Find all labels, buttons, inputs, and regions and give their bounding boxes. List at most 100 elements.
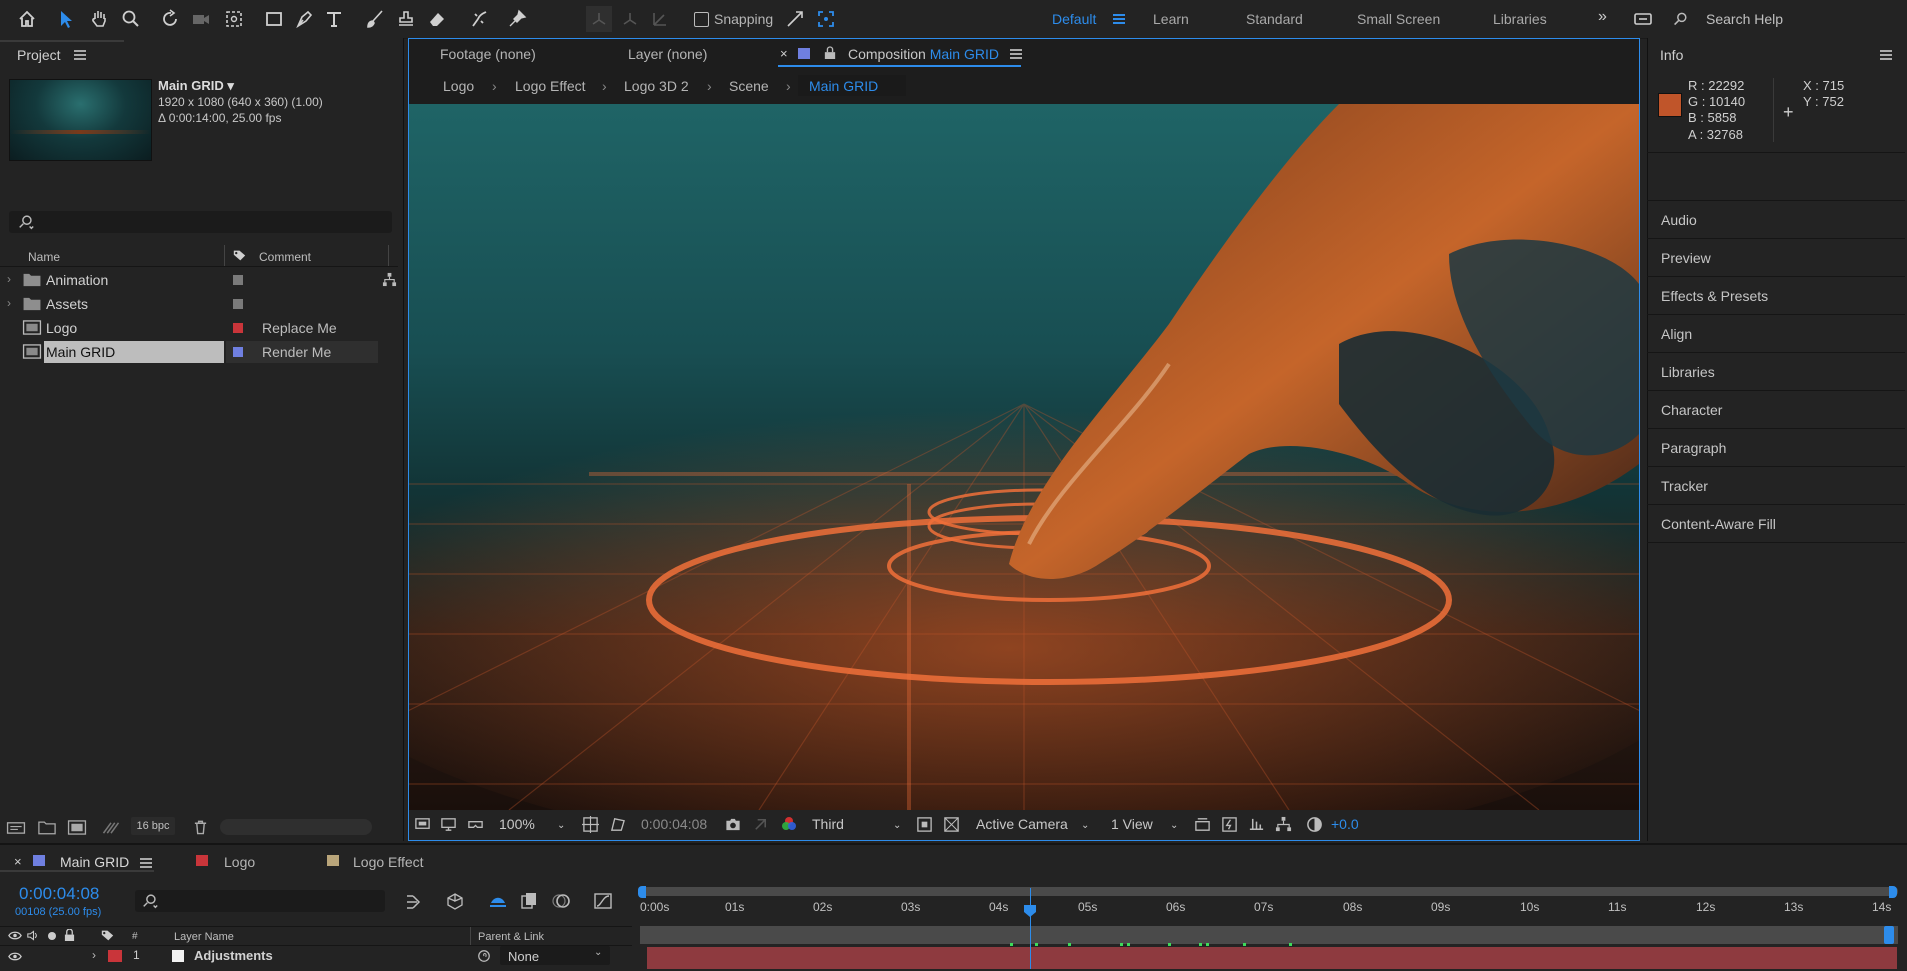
layer-name[interactable]: Adjustments	[194, 948, 273, 963]
transparency-grid-icon[interactable]	[943, 816, 960, 833]
camera-dropdown-arrow[interactable]: ⌄	[1081, 820, 1089, 831]
project-panel-title[interactable]: Project	[17, 47, 61, 63]
snapshot-camera-icon[interactable]	[724, 816, 742, 833]
pickwhip-icon[interactable]	[477, 949, 491, 963]
panel-audio[interactable]: Audio	[1661, 212, 1697, 228]
tab-footage[interactable]: Footage (none)	[440, 46, 536, 62]
clone-stamp-tool-icon[interactable]	[393, 6, 419, 32]
project-item-animation[interactable]: › Animation	[0, 269, 378, 291]
workspace-menu-icon[interactable]	[1113, 14, 1125, 24]
composition-mini-flowchart-icon[interactable]	[405, 893, 425, 911]
timeline-tab-main-grid[interactable]: Main GRID	[60, 854, 129, 870]
close-tab-icon[interactable]: ×	[780, 46, 788, 61]
axis-mode-world-icon[interactable]	[617, 6, 643, 32]
search-icon[interactable]	[1673, 11, 1693, 29]
project-item-logo[interactable]: Logo Replace Me	[0, 317, 378, 339]
layer-row-adjustments[interactable]: › 1 Adjustments None ⌄	[0, 946, 632, 966]
panel-align[interactable]: Align	[1661, 326, 1692, 342]
workspace-standard[interactable]: Standard	[1246, 11, 1303, 27]
comment-column-header[interactable]: Comment	[259, 250, 311, 264]
layer-name-column-header[interactable]: Layer Name	[174, 931, 234, 943]
fast-previews-icon[interactable]	[1221, 816, 1238, 833]
playhead-handle[interactable]	[1023, 904, 1037, 918]
panel-paragraph[interactable]: Paragraph	[1661, 440, 1726, 456]
comp-end-marker[interactable]	[1884, 926, 1894, 944]
workspace-learn[interactable]: Learn	[1153, 11, 1189, 27]
comp-flowchart-icon[interactable]	[1275, 816, 1292, 833]
panel-libraries[interactable]: Libraries	[1661, 364, 1715, 380]
vr-goggles-icon[interactable]	[466, 816, 485, 833]
type-tool-icon[interactable]	[321, 6, 347, 32]
selection-tool-icon[interactable]	[53, 6, 79, 32]
zoom-tool-icon[interactable]	[118, 6, 144, 32]
roto-brush-tool-icon[interactable]	[466, 6, 492, 32]
panel-effects-presets[interactable]: Effects & Presets	[1661, 288, 1768, 304]
timeline-menu-icon[interactable]	[140, 858, 152, 868]
composition-canvas[interactable]	[409, 104, 1639, 810]
home-icon[interactable]	[14, 6, 40, 32]
workspace-sync-icon[interactable]	[1630, 6, 1656, 32]
label-column-icon[interactable]	[232, 249, 247, 262]
item-comment[interactable]: Render Me	[262, 344, 331, 360]
project-item-main-grid[interactable]: Main GRID Render Me	[0, 341, 378, 363]
current-time-display[interactable]: 0:00:04:08	[19, 884, 99, 904]
timeline-search-input[interactable]	[135, 890, 385, 912]
label-swatch[interactable]	[233, 323, 243, 333]
always-preview-icon[interactable]	[414, 816, 431, 833]
work-area-start-handle[interactable]	[638, 886, 646, 898]
breadcrumb-scene[interactable]: Scene	[729, 78, 769, 94]
project-panel-menu-icon[interactable]	[74, 50, 86, 60]
project-search-input[interactable]	[9, 211, 392, 233]
search-help-input[interactable]: Search Help	[1706, 11, 1783, 27]
resolution-dropdown-arrow[interactable]: ⌄	[893, 820, 901, 831]
camera-view-dropdown[interactable]: Active Camera	[976, 816, 1068, 832]
snapping-checkbox[interactable]	[694, 12, 709, 27]
timeline-icon[interactable]	[1248, 816, 1265, 833]
panel-tracker[interactable]: Tracker	[1661, 478, 1708, 494]
draft-3d-icon[interactable]	[444, 891, 466, 911]
brush-tool-icon[interactable]	[362, 6, 388, 32]
video-visibility-icon[interactable]	[8, 930, 22, 941]
label-swatch[interactable]	[233, 275, 243, 285]
workspace-default[interactable]: Default	[1052, 11, 1096, 27]
breadcrumb-logo-effect[interactable]: Logo Effect	[515, 78, 586, 94]
layer-duration-bar[interactable]	[647, 947, 1897, 969]
motion-blur-icon[interactable]	[551, 891, 571, 911]
resolution-dropdown[interactable]: Third	[812, 816, 844, 832]
parent-dropdown-arrow[interactable]: ⌄	[594, 947, 602, 958]
pen-tool-icon[interactable]	[291, 6, 317, 32]
tab-layer[interactable]: Layer (none)	[628, 46, 707, 62]
lock-icon[interactable]	[824, 46, 836, 60]
name-column-header[interactable]: Name	[28, 250, 60, 264]
new-folder-icon[interactable]	[38, 820, 56, 835]
reset-exposure-icon[interactable]	[1306, 816, 1323, 833]
rotate-tool-icon[interactable]	[158, 6, 184, 32]
info-panel-title[interactable]: Info	[1660, 47, 1683, 63]
hand-tool-icon[interactable]	[86, 6, 112, 32]
info-panel-menu-icon[interactable]	[1880, 50, 1892, 60]
camera-tool-icon[interactable]	[188, 6, 214, 32]
panel-character[interactable]: Character	[1661, 402, 1722, 418]
project-settings-icon[interactable]	[101, 820, 121, 835]
monitor-icon[interactable]	[440, 816, 457, 833]
work-area-bar[interactable]	[640, 887, 1898, 896]
region-of-interest-icon[interactable]	[916, 816, 933, 833]
zoom-dropdown-arrow[interactable]: ⌄	[557, 820, 565, 831]
zoom-dropdown[interactable]: 100%	[499, 816, 535, 832]
graph-editor-icon[interactable]	[593, 891, 613, 911]
lock-column-icon[interactable]	[64, 929, 75, 942]
parent-link-column-header[interactable]: Parent & Link	[478, 931, 544, 943]
rectangle-tool-icon[interactable]	[261, 6, 287, 32]
eraser-tool-icon[interactable]	[424, 6, 450, 32]
timeline-tab-logo[interactable]: Logo	[224, 854, 255, 870]
number-column-header[interactable]: #	[132, 931, 138, 942]
show-snapshot-icon[interactable]	[752, 816, 769, 833]
toggle-pixel-aspect-icon[interactable]	[1194, 816, 1211, 833]
layer-expand-icon[interactable]: ›	[92, 948, 96, 962]
expand-icon[interactable]: ›	[7, 296, 11, 310]
mask-visibility-icon[interactable]	[609, 816, 626, 833]
close-timeline-tab-icon[interactable]: ×	[14, 854, 22, 869]
snap-features-icon[interactable]	[813, 6, 839, 32]
expand-icon[interactable]: ›	[7, 272, 11, 286]
label-swatch[interactable]	[233, 299, 243, 309]
